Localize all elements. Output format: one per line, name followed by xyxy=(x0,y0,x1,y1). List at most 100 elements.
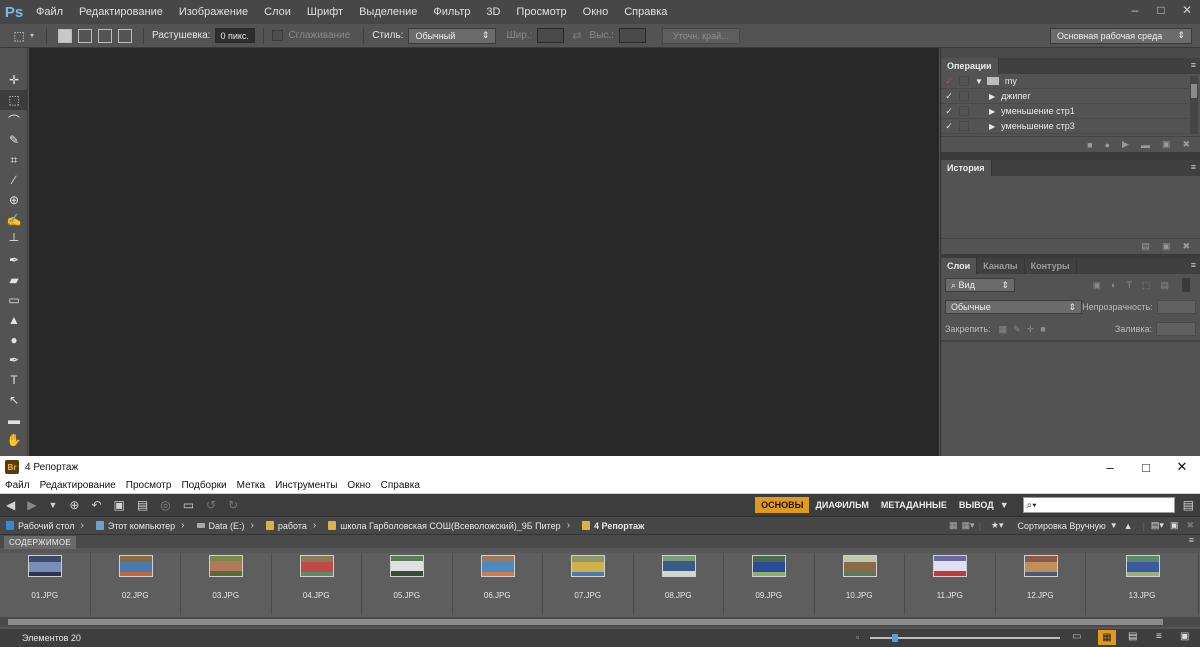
expand-right-icon[interactable]: ▶ xyxy=(989,122,995,131)
pen-tool-icon[interactable]: ✒ xyxy=(0,350,28,370)
history-brush-tool-icon[interactable]: ✒ xyxy=(0,250,28,270)
sort-label[interactable]: Сортировка Вручную xyxy=(1018,521,1106,531)
marquee-tool-icon[interactable]: ⬚ xyxy=(0,90,28,110)
new-action-icon[interactable]: ▣ xyxy=(1162,139,1171,150)
open-camera-raw-icon[interactable]: ◎ xyxy=(160,498,170,512)
refine-edge-button[interactable]: Уточн. край... xyxy=(661,27,740,44)
opacity-input[interactable] xyxy=(1156,300,1196,314)
tab-channels[interactable]: Каналы xyxy=(977,258,1025,274)
new-selection-icon[interactable] xyxy=(58,28,73,43)
refine-icon[interactable]: ▤ xyxy=(137,498,148,512)
forward-icon[interactable]: ▶ xyxy=(27,498,36,512)
details-view-icon[interactable]: ▤ xyxy=(1128,631,1137,642)
record-icon[interactable]: ● xyxy=(1105,140,1110,150)
brush-tool-icon[interactable]: ✍ xyxy=(0,210,28,230)
add-selection-icon[interactable] xyxy=(78,28,93,43)
ps-menu-view[interactable]: Просмотр xyxy=(508,6,574,18)
style-select[interactable]: Обычный ⇕ xyxy=(408,27,497,44)
swap-icon[interactable]: ⇄ xyxy=(572,29,581,42)
thumbnail[interactable]: 05.JPG xyxy=(362,553,453,615)
tab-actions[interactable]: Операции xyxy=(941,58,999,74)
trash-icon[interactable]: ✖ xyxy=(1182,241,1190,252)
br-menu-file[interactable]: Файл xyxy=(0,480,35,491)
lock-image-icon[interactable]: ✎ xyxy=(1013,324,1021,335)
thumbnail[interactable]: 08.JPG xyxy=(634,553,724,615)
filter-pixel-icon[interactable]: ▣ xyxy=(1093,280,1102,291)
thumbnail[interactable]: 03.JPG xyxy=(181,553,272,615)
output-icon[interactable]: ▭ xyxy=(183,498,194,512)
antialias-checkbox[interactable] xyxy=(272,30,284,41)
stop-icon[interactable]: ■ xyxy=(1087,140,1092,150)
ps-menu-file[interactable]: Файл xyxy=(28,6,71,18)
new-folder-icon[interactable]: ▣ xyxy=(1170,520,1179,531)
ps-canvas-area[interactable] xyxy=(29,48,939,456)
star-filter-icon[interactable]: ★▾ xyxy=(991,520,1004,531)
thumbnail[interactable]: 04.JPG xyxy=(272,553,362,615)
sort-ascending-icon[interactable]: ▲ xyxy=(1124,521,1133,531)
recent-folders-icon[interactable]: ⊕ xyxy=(69,498,79,512)
br-menu-window[interactable]: Окно xyxy=(342,480,375,491)
chevron-right-icon[interactable]: › xyxy=(81,520,84,531)
intersect-selection-icon[interactable] xyxy=(118,28,133,43)
ps-menu-type[interactable]: Шрифт xyxy=(299,6,351,18)
panel-menu-icon[interactable]: ≡ xyxy=(1189,535,1194,545)
br-menu-edit[interactable]: Редактирование xyxy=(35,480,121,491)
open-recent-icon[interactable]: ▤▾ xyxy=(1151,520,1164,531)
tab-layers[interactable]: Слои xyxy=(941,258,978,274)
new-document-icon[interactable]: ▤ xyxy=(1141,241,1150,252)
scrollbar-thumb[interactable] xyxy=(8,619,1163,625)
feather-input[interactable]: 0 пикс. xyxy=(215,28,256,43)
expand-down-icon[interactable]: ▼ xyxy=(975,77,983,86)
br-menu-help[interactable]: Справка xyxy=(376,480,425,491)
thumbnail-quality-icon[interactable]: ▦▾ xyxy=(962,520,975,531)
play-icon[interactable]: ▶ xyxy=(1122,139,1129,150)
expand-right-icon[interactable]: ▶ xyxy=(989,92,995,101)
workspace-essentials[interactable]: ОСНОВЫ xyxy=(755,497,810,513)
chevron-right-icon[interactable]: › xyxy=(181,520,184,531)
thumbnail[interactable]: 13.JPG xyxy=(1086,553,1199,615)
thumbnail[interactable]: 07.JPG xyxy=(543,553,634,615)
dialog-toggle[interactable] xyxy=(959,106,969,116)
ps-menu-filter[interactable]: Фильтр xyxy=(425,6,478,18)
actions-scrollbar[interactable] xyxy=(1190,76,1198,134)
dialog-toggle[interactable] xyxy=(959,121,969,131)
action-row[interactable]: ✓ ▼ my xyxy=(941,74,1188,89)
hand-tool-icon[interactable]: ✋ xyxy=(0,430,28,450)
ps-menu-edit[interactable]: Редактирование xyxy=(71,6,171,18)
br-menu-view[interactable]: Просмотр xyxy=(121,480,177,491)
new-set-icon[interactable]: ▬ xyxy=(1141,140,1150,150)
grid-view-icon[interactable]: ▦ xyxy=(949,520,958,531)
back-icon[interactable]: ◀ xyxy=(6,498,15,512)
thumbnail[interactable]: 09.JPG xyxy=(724,553,815,615)
ps-menu-layers[interactable]: Слои xyxy=(256,6,299,18)
clone-stamp-tool-icon[interactable]: ┴ xyxy=(0,230,28,250)
filter-type-icon[interactable]: T xyxy=(1126,280,1132,290)
maximize-icon[interactable]: □ xyxy=(1128,456,1164,478)
ps-menu-3d[interactable]: 3D xyxy=(478,6,508,18)
breadcrumb-item[interactable]: Этот компьютер xyxy=(90,521,175,531)
filter-smart-icon[interactable]: ▤ xyxy=(1160,280,1169,291)
lock-grid-icon[interactable]: ▣ xyxy=(1180,631,1189,642)
get-photos-icon[interactable]: ▣ xyxy=(114,498,125,512)
workspace-select[interactable]: Основная рабочая среда ⇕ xyxy=(1050,27,1192,44)
dialog-toggle[interactable] xyxy=(959,76,969,86)
chevron-down-icon[interactable]: ▼ xyxy=(48,500,57,510)
height-input[interactable] xyxy=(618,28,646,43)
action-row[interactable]: ✓ ▶ джипег xyxy=(941,89,1188,104)
rotate-left-icon[interactable]: ↺ xyxy=(206,498,216,512)
thumbnail[interactable]: 11.JPG xyxy=(905,553,996,615)
thumbnail[interactable]: 01.JPG xyxy=(0,553,91,615)
thumbnail-size-slider[interactable] xyxy=(870,637,1060,639)
width-input[interactable] xyxy=(537,28,565,43)
filter-adjustment-icon[interactable]: ◐ xyxy=(1111,280,1116,290)
delete-icon[interactable]: ✖ xyxy=(1186,520,1194,531)
dodge-tool-icon[interactable]: ● xyxy=(0,330,28,350)
close-icon[interactable]: ✕ xyxy=(1164,456,1200,478)
br-menu-label[interactable]: Метка xyxy=(232,480,270,491)
gradient-tool-icon[interactable]: ▭ xyxy=(0,290,28,310)
chevron-right-icon[interactable]: › xyxy=(313,520,316,531)
workspace-metadata[interactable]: МЕТАДАННЫЕ xyxy=(875,497,953,513)
minimize-icon[interactable]: – xyxy=(1122,0,1148,20)
move-tool-icon[interactable]: ✛ xyxy=(0,70,28,90)
chevron-down-icon[interactable]: ▼ xyxy=(1110,521,1118,530)
